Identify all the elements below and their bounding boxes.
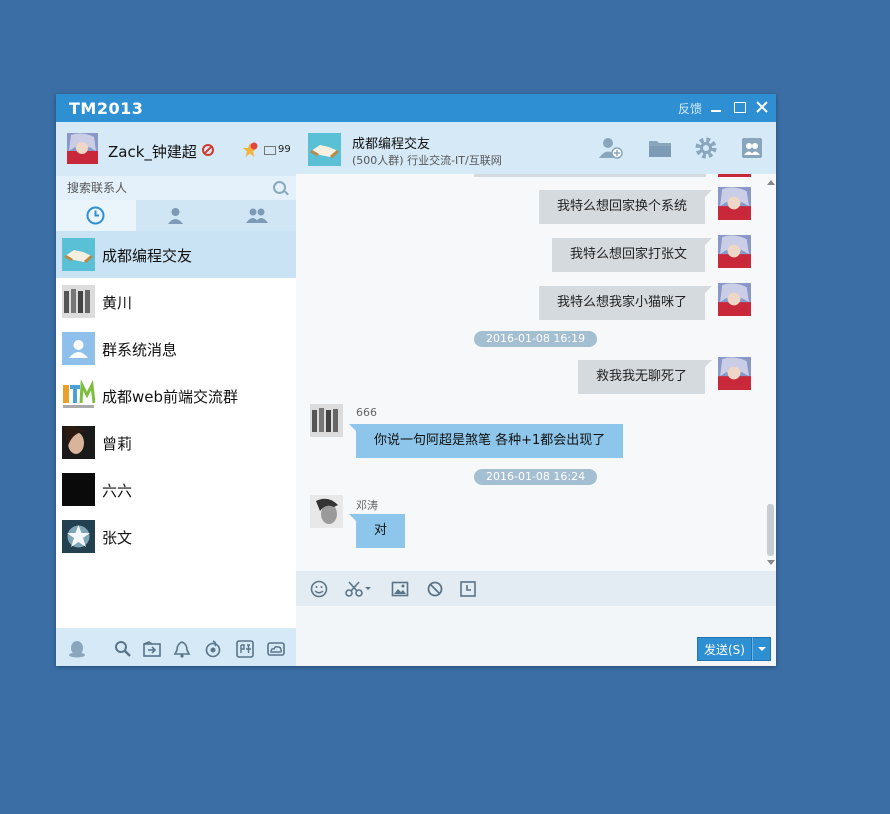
contact-name: 六六 (102, 482, 133, 500)
scroll-down-arrow-icon[interactable] (767, 560, 775, 565)
bell-icon[interactable] (173, 640, 191, 658)
my-avatar[interactable] (718, 283, 751, 316)
group-members-icon[interactable] (740, 136, 764, 160)
compose-area: 发送(S) (296, 606, 776, 666)
chat-title[interactable]: 成都编程交友 (352, 133, 430, 152)
contact-search (56, 176, 296, 200)
contact-avatar (62, 473, 95, 506)
my-avatar[interactable] (67, 133, 98, 164)
contact-icon (168, 208, 183, 224)
stock-icon[interactable] (236, 640, 254, 658)
contact-name: 黄川 (102, 294, 133, 312)
group-avatar (62, 238, 95, 271)
my-avatar[interactable] (718, 187, 751, 220)
penguin-icon[interactable] (68, 640, 86, 658)
message-bubble-in[interactable]: 你说一句阿超是煞笔 各种+1都会出现了 (348, 424, 624, 458)
message-bubble-out[interactable]: 我特么想回家打张文 (552, 238, 713, 272)
chat-panel: 成都编程交友 (500人群) 行业交流-IT/互联网 我特么想回家换个系统 我特… (296, 122, 776, 666)
contact-tabs (56, 200, 296, 231)
system-message-avatar (62, 332, 95, 365)
timestamp: 2016-01-08 16:24 (474, 469, 598, 485)
chat-header: 成都编程交友 (500人群) 行业交流-IT/互联网 (296, 122, 776, 174)
message-bubble-partial (474, 174, 706, 177)
screenshot-icon[interactable] (345, 580, 373, 598)
tab-groups[interactable] (216, 200, 296, 231)
message-bubble-out[interactable]: 救我我无聊死了 (578, 360, 713, 394)
close-icon[interactable] (754, 99, 770, 115)
mail-count: 99 (278, 144, 291, 155)
list-item[interactable]: 成都编程交友 (56, 231, 296, 278)
app-center-icon[interactable] (204, 640, 222, 658)
search-icon[interactable] (114, 640, 132, 658)
list-item[interactable]: 曾莉 (56, 419, 296, 466)
block-icon[interactable] (426, 580, 444, 598)
send-button[interactable]: 发送(S) (697, 637, 752, 661)
scroll-up-arrow-icon[interactable] (767, 180, 775, 185)
list-item[interactable]: 黄川 (56, 278, 296, 325)
search-icon[interactable] (273, 181, 286, 194)
contact-panel: Zack_钟建超 99 搜索联系人 成都编程交友 黄川 群系统消息 成都web前… (56, 122, 296, 666)
sender-name: 666 (356, 406, 377, 419)
search-input[interactable] (56, 176, 296, 200)
maximize-icon[interactable] (731, 99, 747, 115)
chat-window: TM2013 反馈 Zack_钟建超 99 搜索联系人 成都编程交友 黄川 群系… (56, 94, 776, 666)
feedback-link[interactable]: 反馈 (678, 100, 702, 117)
history-icon[interactable] (459, 580, 477, 598)
contact-name: 张文 (102, 529, 133, 547)
clock-icon (86, 206, 105, 225)
list-item[interactable]: 六六 (56, 466, 296, 513)
message-bubble-out[interactable]: 我特么想我家小猫咪了 (539, 286, 713, 320)
emoji-icon[interactable] (310, 580, 328, 598)
my-avatar[interactable] (718, 235, 751, 268)
contact-name: 成都编程交友 (102, 247, 193, 265)
my-avatar[interactable] (718, 357, 751, 390)
contact-avatar (62, 520, 95, 553)
folder-icon[interactable] (648, 136, 672, 160)
contact-avatar (62, 285, 95, 318)
profile-bar: Zack_钟建超 99 (56, 122, 296, 176)
group-icon (246, 208, 268, 223)
message-bubble-in[interactable]: 对 (348, 514, 406, 548)
message-bubble-out[interactable]: 我特么想回家换个系统 (539, 190, 713, 224)
add-member-icon[interactable] (598, 136, 623, 160)
compose-toolbar (296, 571, 776, 606)
main-menu-bar (56, 628, 296, 666)
contact-name: 群系统消息 (102, 341, 178, 359)
title-bar[interactable]: TM2013 反馈 (56, 94, 776, 122)
mail-icon[interactable] (264, 146, 276, 155)
cloud-icon[interactable] (267, 640, 285, 658)
app-title: TM2013 (69, 99, 144, 118)
contact-avatar (62, 426, 95, 459)
contact-name: 曾莉 (102, 435, 133, 453)
my-avatar (718, 174, 751, 177)
sender-avatar[interactable] (310, 404, 343, 437)
message-list[interactable]: 我特么想回家换个系统 我特么想回家打张文 我特么想我家小猫咪了 2016-01-… (296, 174, 776, 571)
group-avatar[interactable] (308, 133, 341, 166)
busy-icon[interactable] (202, 144, 214, 156)
tab-recent[interactable] (56, 200, 136, 231)
sender-avatar[interactable] (310, 495, 343, 528)
sender-name: 邓涛 (356, 499, 378, 512)
star-icon[interactable] (242, 142, 258, 158)
tab-contacts[interactable] (136, 200, 216, 231)
list-item[interactable]: 成都web前端交流群 (56, 372, 296, 419)
scroll-thumb[interactable] (767, 504, 774, 556)
message-scrollbar[interactable] (765, 174, 776, 571)
minimize-icon[interactable] (708, 99, 724, 115)
list-item[interactable]: 群系统消息 (56, 325, 296, 372)
group-avatar (62, 379, 95, 412)
username[interactable]: Zack_钟建超 (108, 141, 197, 162)
contact-name: 成都web前端交流群 (102, 388, 239, 406)
image-icon[interactable] (391, 580, 409, 598)
chat-subtitle: (500人群) 行业交流-IT/互联网 (352, 154, 502, 167)
send-options-dropdown-icon[interactable] (752, 637, 771, 661)
gear-icon[interactable] (694, 136, 718, 160)
file-transfer-icon[interactable] (143, 640, 161, 658)
list-item[interactable]: 张文 (56, 513, 296, 560)
timestamp: 2016-01-08 16:19 (474, 331, 598, 347)
